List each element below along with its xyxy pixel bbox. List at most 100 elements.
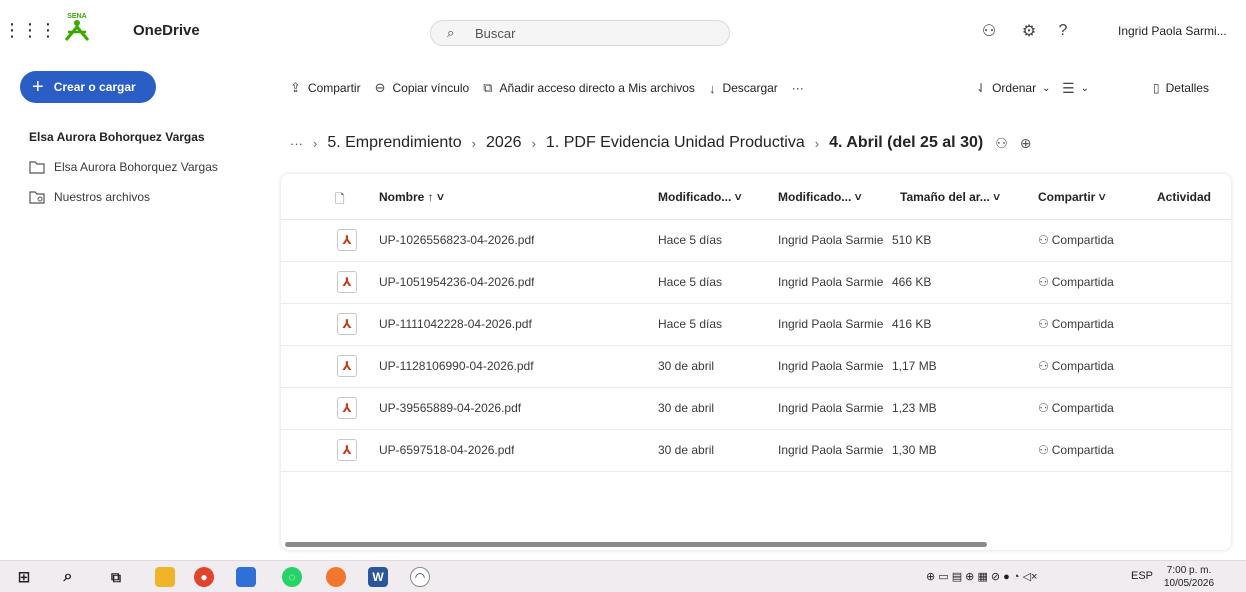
table-row[interactable]: ⅄ UP-39565889-04-2026.pdf 30 de abril In… [281, 388, 1231, 430]
file-name[interactable]: UP-1051954236-04-2026.pdf [379, 275, 534, 289]
create-upload-button[interactable]: + Crear o cargar [20, 71, 156, 103]
column-header-modified[interactable]: Modificado... ˅ [658, 190, 742, 204]
add-shortcut-button[interactable]: ⧉ Añadir acceso directo a Mis archivos [483, 80, 695, 96]
sort-icon: ⇃ [976, 81, 987, 95]
file-modified: 30 de abril [658, 401, 715, 415]
breadcrumb-overflow[interactable]: ··· [290, 136, 303, 151]
breadcrumb-item[interactable]: 5. Emprendimiento [327, 134, 461, 152]
whatsapp-icon[interactable]: ◌ [282, 567, 302, 587]
tray-icons[interactable]: ⊕ ▭ ▤ ⊕ ▦ ⊘ ● ◔ ◁× [926, 570, 1037, 583]
pdf-icon: ⅄ [337, 313, 357, 335]
sort-label: Ordenar [992, 81, 1037, 95]
share-button[interactable]: ⇪ Compartir [290, 80, 361, 96]
app-icon[interactable]: ◠ [410, 567, 430, 587]
details-pane-icon: ▯ [1153, 81, 1160, 95]
app-launcher-icon[interactable]: ⋮⋮⋮ [3, 18, 57, 42]
chevron-right-icon: › [531, 135, 536, 151]
horizontal-scrollbar[interactable] [285, 542, 987, 547]
app-title[interactable]: OneDrive [133, 22, 200, 39]
chevron-right-icon: › [313, 135, 318, 151]
search-placeholder[interactable]: Buscar [475, 26, 515, 41]
word-icon[interactable]: W [368, 567, 388, 587]
user-account-name[interactable]: Ingrid Paola Sarmi... [1118, 24, 1227, 38]
svg-text:SENA: SENA [67, 13, 86, 20]
nav-item-our-files[interactable]: Nuestros archivos [29, 187, 150, 207]
download-icon: ↓ [708, 80, 716, 96]
breadcrumb-item[interactable]: 1. PDF Evidencia Unidad Productiva [546, 134, 805, 152]
copy-link-button[interactable]: ⊖ Copiar vínculo [375, 80, 470, 96]
details-button[interactable]: ▯ Detalles [1153, 77, 1209, 99]
help-icon[interactable]: ? [1052, 20, 1074, 42]
task-view-icon[interactable]: ⧉ [106, 567, 126, 587]
windows-taskbar: ⊞ ⌕ ⧉ ● ◌ W ◠ ⊕ ▭ ▤ ⊕ ▦ ⊘ ● ◔ ◁× ESP [0, 560, 1246, 592]
file-name[interactable]: UP-1128106990-04-2026.pdf [379, 359, 534, 373]
shared-people-icon: ⚇ [1038, 275, 1049, 289]
sort-button[interactable]: ⇃ Ordenar ⌄ [976, 77, 1050, 99]
system-clock[interactable]: 7:00 p. m. 10/05/2026 [1164, 564, 1214, 590]
sharing-label: Compartida [1051, 317, 1114, 331]
breadcrumb-item[interactable]: 2026 [486, 134, 522, 152]
windows-start-icon[interactable]: ⊞ [14, 567, 34, 587]
search-icon[interactable]: ⌕ [58, 567, 78, 587]
clock-date: 10/05/2026 [1164, 578, 1215, 589]
clock-time: 7:00 p. m. [1166, 565, 1212, 576]
language-indicator[interactable]: ESP [1131, 570, 1153, 582]
sharing-label: Compartida [1051, 443, 1114, 457]
table-row[interactable]: ⅄ UP-1051954236-04-2026.pdf Hace 5 días … [281, 262, 1231, 304]
file-name[interactable]: UP-1111042228-04-2026.pdf [379, 317, 532, 331]
top-header: ⋮⋮⋮ SENA OneDrive ⌕ Buscar ⚇ ⚙ ? Ingrid … [0, 0, 1246, 62]
sharing-status: ⚇ Compartida [1038, 359, 1114, 373]
nav-item-owner-folder[interactable]: Elsa Aurora Bohorquez Vargas [29, 157, 218, 177]
column-header-activity[interactable]: Actividad [1157, 190, 1211, 204]
table-row[interactable]: ⅄ UP-1026556823-04-2026.pdf Hace 5 días … [281, 220, 1231, 262]
pdf-icon: ⅄ [337, 229, 357, 251]
column-header-sharing[interactable]: Compartir ˅ [1038, 190, 1106, 204]
download-button[interactable]: ↓ Descargar [709, 81, 778, 96]
table-row[interactable]: ⅄ UP-1111042228-04-2026.pdf Hace 5 días … [281, 304, 1231, 346]
chrome-icon[interactable]: ● [194, 567, 214, 587]
file-type-icon[interactable]: 🗋 [335, 190, 345, 211]
shared-people-icon: ⚇ [1038, 443, 1049, 457]
app-icon[interactable] [236, 567, 256, 587]
create-upload-label: Crear o cargar [53, 80, 136, 94]
search-icon: ⌕ [447, 25, 455, 40]
share-label: Compartir [307, 81, 361, 95]
view-options-button[interactable]: ☰ ⌄ [1062, 77, 1089, 99]
firefox-icon[interactable] [326, 567, 346, 587]
file-modified-by: Ingrid Paola Sarmie [778, 317, 884, 331]
more-actions-button[interactable]: ··· [792, 81, 804, 95]
file-modified-by: Ingrid Paola Sarmie [778, 359, 884, 373]
breadcrumb-current: 4. Abril (del 25 al 30) [829, 134, 984, 151]
people-icon[interactable]: ⚇ [995, 135, 1008, 152]
column-header-modified-by[interactable]: Modificado... ˅ [778, 190, 862, 204]
more-label: ··· [791, 81, 804, 95]
file-modified: 30 de abril [658, 359, 715, 373]
file-modified-by: Ingrid Paola Sarmie [778, 401, 884, 415]
file-size: 466 KB [892, 275, 932, 289]
pdf-icon: ⅄ [337, 439, 357, 461]
table-row[interactable]: ⅄ UP-1128106990-04-2026.pdf 30 de abril … [281, 346, 1231, 388]
file-modified: 30 de abril [658, 443, 715, 457]
file-explorer-icon[interactable] [155, 567, 175, 587]
command-bar: ⇪ Compartir ⊖ Copiar vínculo ⧉ Añadir acces… [290, 77, 818, 99]
file-size: 1,17 MB [892, 359, 937, 373]
search-box[interactable]: ⌕ Buscar [430, 20, 730, 46]
table-row[interactable]: ⅄ UP-6597518-04-2026.pdf 30 de abril Ing… [281, 430, 1231, 472]
column-header-name[interactable]: Nombre ↑ ˅ [379, 190, 444, 204]
copy-link-label: Copiar vínculo [392, 81, 470, 95]
file-modified: Hace 5 días [658, 275, 723, 289]
breadcrumb: ··· › 5. Emprendimiento › 2026 › 1. PDF … [290, 134, 1032, 152]
shared-people-icon: ⚇ [1038, 317, 1049, 331]
file-name[interactable]: UP-6597518-04-2026.pdf [379, 443, 514, 457]
file-name[interactable]: UP-1026556823-04-2026.pdf [379, 233, 534, 247]
folder-icon [29, 161, 45, 174]
file-name[interactable]: UP-39565889-04-2026.pdf [379, 401, 521, 415]
pdf-icon: ⅄ [337, 355, 357, 377]
file-size: 1,30 MB [892, 443, 937, 457]
nav-item-label: Elsa Aurora Bohorquez Vargas [54, 160, 218, 174]
sharing-label: Compartida [1051, 359, 1114, 373]
globe-icon[interactable]: ⊕ [1020, 135, 1032, 152]
share-people-icon[interactable]: ⚇ [978, 20, 1000, 42]
settings-gear-icon[interactable]: ⚙ [1018, 20, 1040, 42]
column-header-size[interactable]: Tamaño del ar... ˅ [900, 190, 1000, 204]
